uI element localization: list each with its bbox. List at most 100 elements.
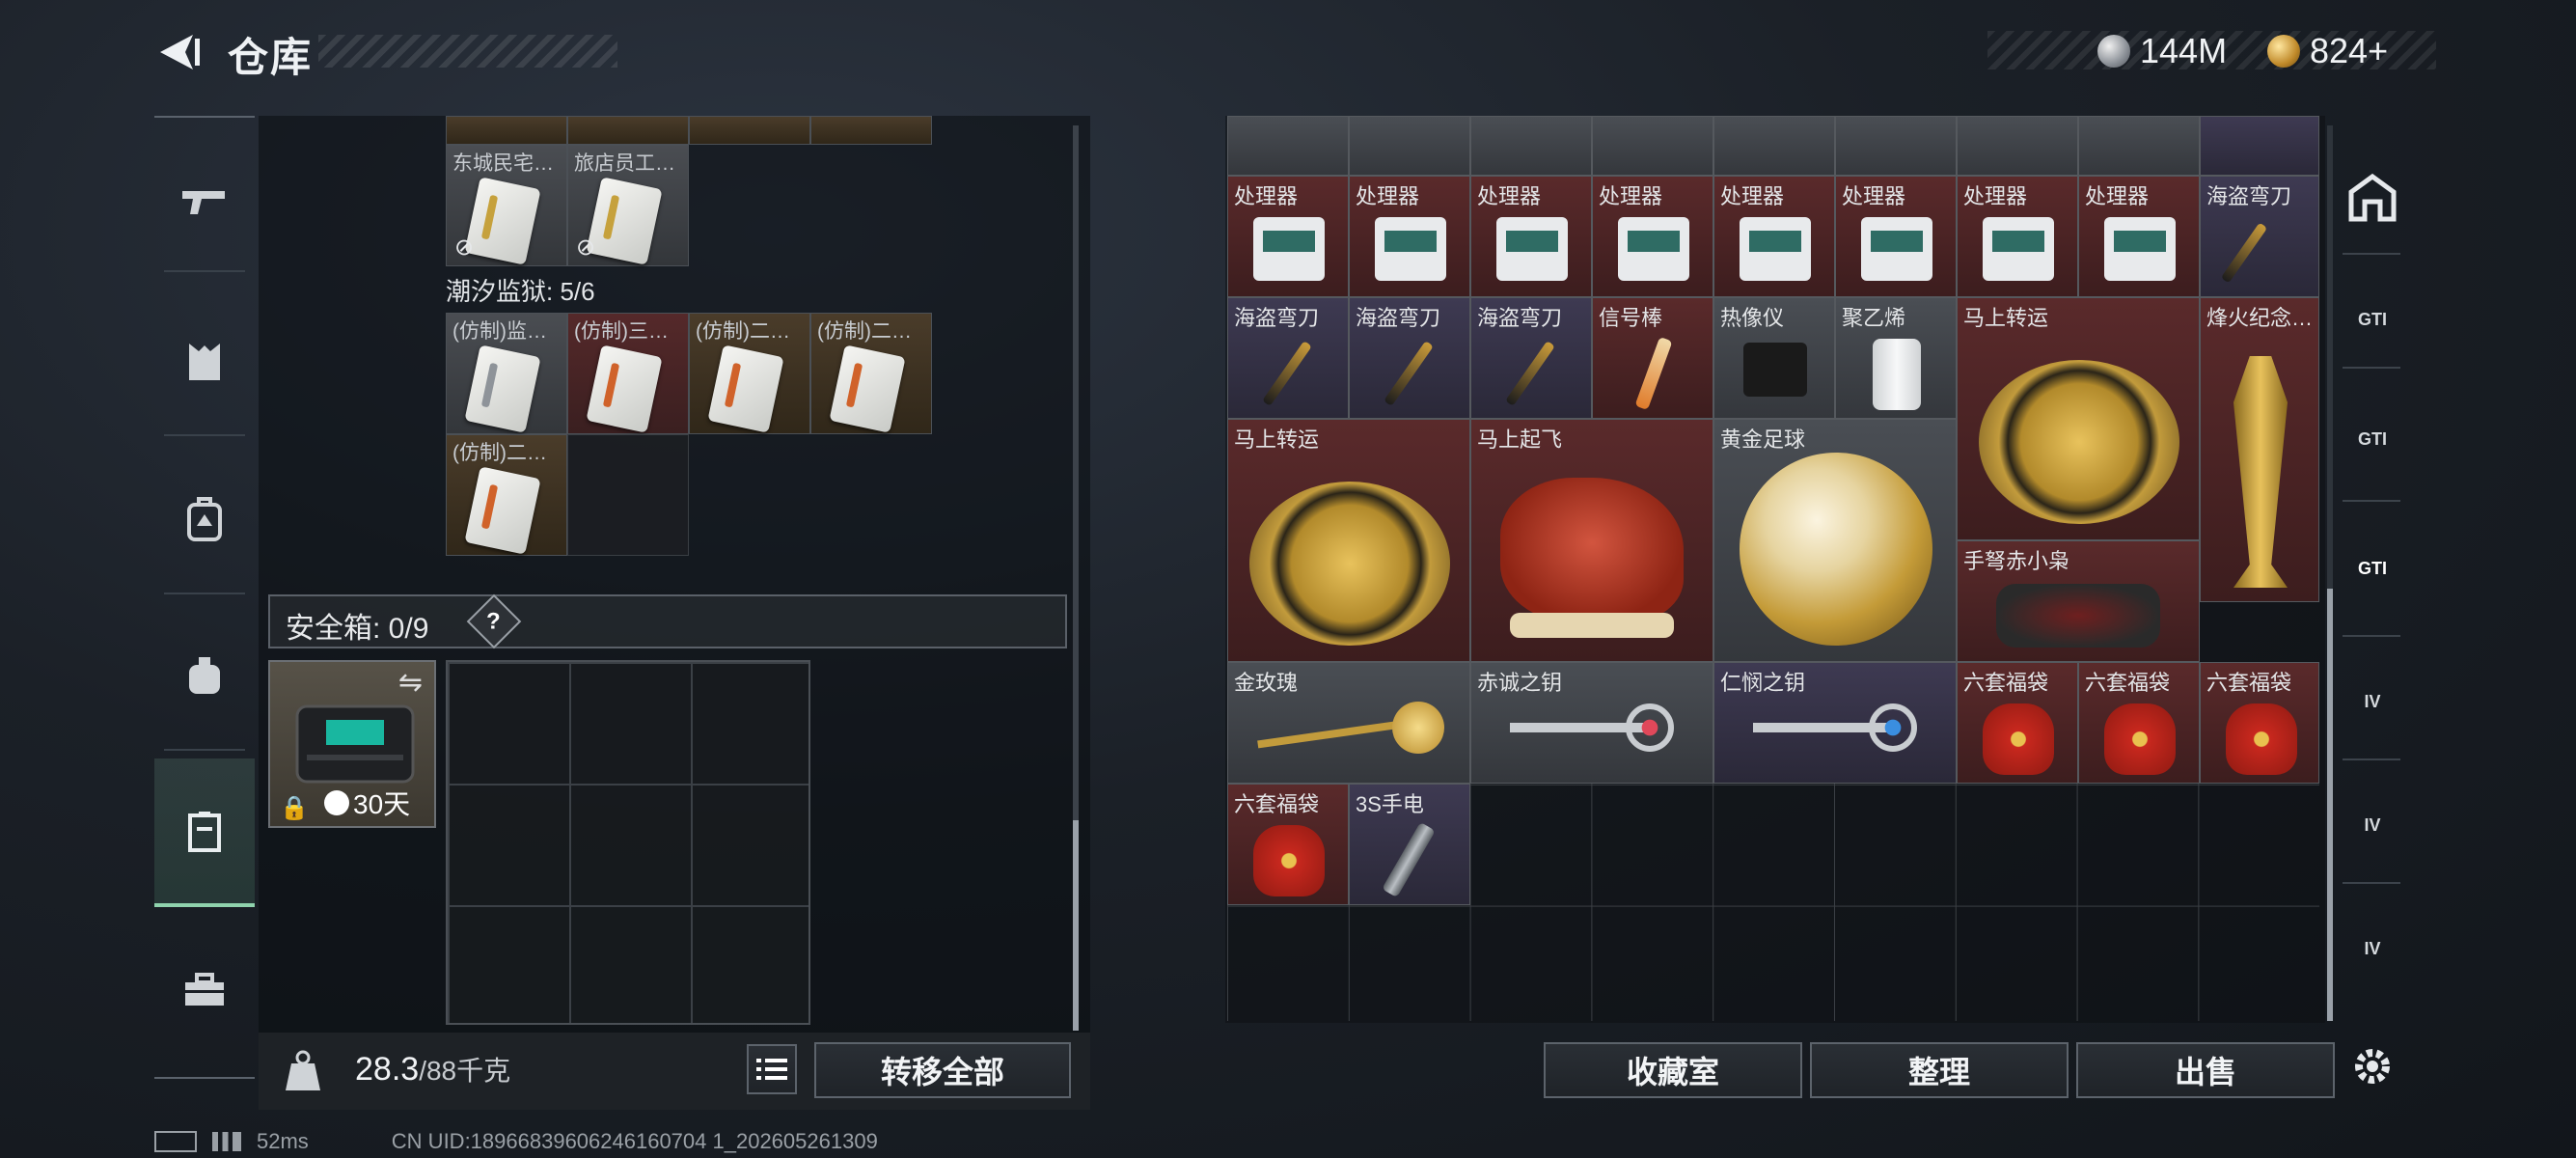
right-nav-gti-2[interactable]: GTI: [2339, 386, 2406, 492]
stash-item-lucky-bag[interactable]: 六套福袋: [2078, 662, 2200, 784]
stash-item[interactable]: [1349, 116, 1470, 176]
collection-room-button[interactable]: 收藏室: [1544, 1042, 1802, 1098]
gti-stash-icon: GTI: [2358, 558, 2387, 578]
stash-item-lucky-bag[interactable]: 六套福袋: [1957, 662, 2078, 784]
right-nav-iv-1[interactable]: IV: [2339, 648, 2406, 755]
stash-item-processor[interactable]: 处理器: [1349, 176, 1470, 297]
nav-toolbox[interactable]: [154, 932, 255, 1048]
silver-currency[interactable]: 144M: [2097, 29, 2227, 73]
item-slot[interactable]: [446, 116, 567, 145]
item-slot[interactable]: [689, 116, 810, 145]
right-nav-iv-3[interactable]: IV: [2339, 896, 2406, 1002]
ping: 52ms: [257, 1129, 309, 1153]
processor-icon: [1375, 217, 1446, 281]
keycard-slot[interactable]: 东城民宅… ⊘: [446, 145, 567, 266]
stash-item-processor[interactable]: 处理器: [1957, 176, 2078, 297]
stash-item[interactable]: [2078, 116, 2200, 176]
transfer-all-button[interactable]: 转移全部: [814, 1042, 1071, 1098]
stash-item-golden-football[interactable]: 黄金足球: [1713, 419, 1957, 662]
page-title: 仓库: [228, 35, 314, 80]
stash-item[interactable]: [1470, 116, 1592, 176]
uid: CN UID:18966839606246160704 1_2026052613…: [391, 1129, 878, 1153]
nav-backpack[interactable]: [154, 461, 255, 577]
gold-currency[interactable]: 824+: [2267, 29, 2388, 73]
swap-icon[interactable]: ⇋: [398, 666, 423, 700]
stash-item[interactable]: [1227, 116, 1349, 176]
keycard-slot[interactable]: (仿制)二…: [810, 313, 932, 434]
settings-button[interactable]: [2339, 1013, 2406, 1119]
stash-item-mercy-key[interactable]: 仁悯之钥: [1713, 662, 1957, 784]
nav-rig[interactable]: [154, 618, 255, 733]
stash-item-sincerity-key[interactable]: 赤诚之钥: [1470, 662, 1713, 784]
silver-coin-icon: [2097, 35, 2130, 68]
rose-icon: [1392, 702, 1444, 754]
stash-item[interactable]: [1957, 116, 2078, 176]
stash-item-lucky-bag[interactable]: 六套福袋: [2200, 662, 2319, 784]
stash-item-thermal[interactable]: 热像仪: [1713, 297, 1835, 419]
stash-item[interactable]: [1835, 116, 1957, 176]
keycard-slot[interactable]: (仿制)二…: [689, 313, 810, 434]
safebox-item[interactable]: ⇋ 🔒 30天: [268, 660, 436, 828]
statue-base: [1510, 613, 1674, 638]
scroll-thumb[interactable]: [1073, 820, 1079, 1031]
key-shaft: [1753, 723, 1888, 732]
stash-item-processor[interactable]: 处理器: [1592, 176, 1713, 297]
keycard-slot[interactable]: (仿制)三…: [567, 313, 689, 434]
nav-armor[interactable]: [154, 305, 255, 421]
keycard-slot[interactable]: (仿制)二…: [446, 434, 567, 556]
stash-item-cutlass[interactable]: 海盗弯刀: [1227, 297, 1349, 419]
right-nav-home[interactable]: [2339, 145, 2406, 251]
safebox-label: 安全箱: 0/9: [286, 613, 429, 645]
stash-item-flashlight[interactable]: 3S手电: [1349, 784, 1470, 905]
stash-item-polyethylene[interactable]: 聚乙烯: [1835, 297, 1957, 419]
prison-section-title: 潮汐监狱: 5/6: [446, 277, 595, 306]
stash-item[interactable]: [1713, 116, 1835, 176]
rose-stem: [1257, 720, 1402, 749]
stash-item[interactable]: [1592, 116, 1713, 176]
stash-item-beacon-memorial[interactable]: 烽火纪念…: [2200, 297, 2319, 602]
nav-divider: [164, 749, 245, 751]
item-slot[interactable]: [810, 116, 932, 145]
keycard-icon: [586, 177, 663, 265]
stash-item-processor[interactable]: 处理器: [1470, 176, 1592, 297]
list-view-button[interactable]: [747, 1044, 797, 1094]
nav-weapon[interactable]: [154, 145, 255, 261]
stash-item-flying-horse[interactable]: 马上起飞: [1470, 419, 1713, 662]
container-icon: [188, 812, 221, 852]
right-nav-gti-1[interactable]: GTI: [2339, 266, 2406, 372]
safebox-grid[interactable]: [446, 660, 810, 1025]
right-nav-iv-2[interactable]: IV: [2339, 772, 2406, 878]
stash-scroll-thumb[interactable]: [2327, 589, 2333, 1021]
organize-button[interactable]: 整理: [1810, 1042, 2069, 1098]
stash-item-cutlass[interactable]: 海盗弯刀: [1349, 297, 1470, 419]
item-slot[interactable]: [567, 116, 689, 145]
stash-item-processor[interactable]: 处理器: [1835, 176, 1957, 297]
nav-container[interactable]: [154, 758, 255, 907]
stash-item-processor[interactable]: 处理器: [1227, 176, 1349, 297]
stash-item-lucky-horse[interactable]: 马上转运: [1227, 419, 1470, 662]
key-icon: [1869, 703, 1917, 752]
stash-item-golden-rose[interactable]: 金玫瑰: [1227, 662, 1470, 784]
stash-item-lucky-bag[interactable]: 六套福袋: [1227, 784, 1349, 905]
cutlass-icon: [1262, 341, 1312, 406]
keycard-slot[interactable]: 旅店员工… ⊘: [567, 145, 689, 266]
stash-item-crossbow[interactable]: 手弩赤小枭: [1957, 540, 2200, 662]
stash-item-processor[interactable]: 处理器: [2078, 176, 2200, 297]
lucky-bag-icon: [2226, 703, 2297, 775]
right-nav-gti-3[interactable]: GTI: [2339, 515, 2406, 621]
sell-button[interactable]: 出售: [2076, 1042, 2335, 1098]
list-icon: [756, 1059, 787, 1080]
stash-item-lucky-horse[interactable]: 马上转运: [1957, 297, 2200, 540]
keycard-slot[interactable]: (仿制)监…: [446, 313, 567, 434]
stash-item[interactable]: [2200, 116, 2319, 176]
timer: 30天: [324, 784, 410, 822]
stash-item-cutlass[interactable]: 海盗弯刀: [1470, 297, 1592, 419]
stash-item-cutlass[interactable]: 海盗弯刀: [2200, 176, 2319, 297]
stash-item-flare[interactable]: 信号棒: [1592, 297, 1713, 419]
gti-stash-icon: GTI: [2358, 428, 2387, 449]
back-button[interactable]: [154, 29, 201, 75]
lucky-bag-icon: [1253, 825, 1325, 896]
no-trade-icon: ⊘: [576, 234, 596, 261]
empty-slot[interactable]: [567, 434, 689, 556]
stash-item-processor[interactable]: 处理器: [1713, 176, 1835, 297]
